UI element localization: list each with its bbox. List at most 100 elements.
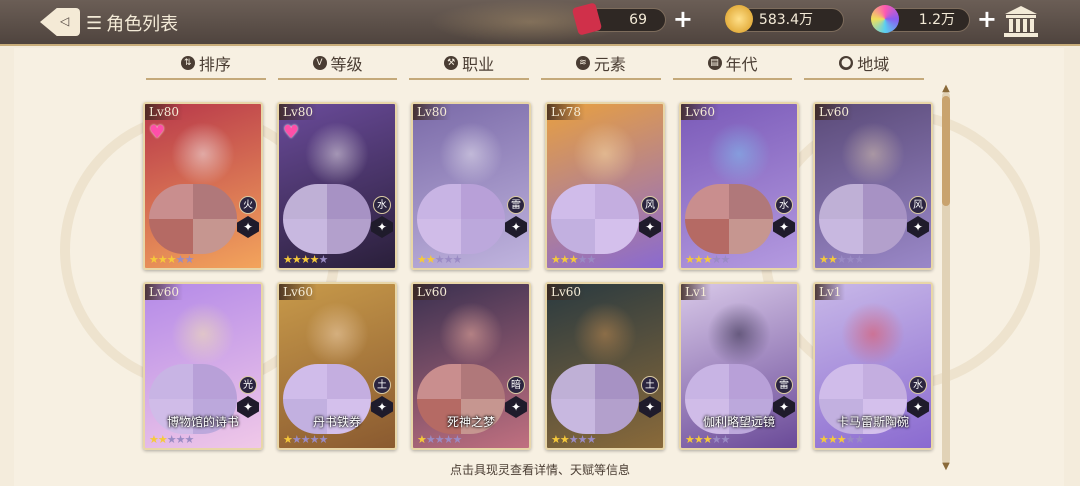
star-icon: ★ <box>443 433 454 446</box>
star-icon: ★ <box>845 433 856 446</box>
character-name: 丹书铁券 <box>312 415 361 429</box>
star-icon: ★ <box>702 253 713 266</box>
level-icon: V <box>312 56 327 70</box>
tab-class[interactable]: ⚒ 职业 <box>409 48 530 80</box>
star-icon: ★ <box>568 433 579 446</box>
character-card[interactable]: Lv80 ♥ 火 ✦ ★★★★★ <box>143 102 263 270</box>
character-card[interactable]: Lv80 ♥ 水 ✦ ★★★★★ <box>277 102 397 270</box>
star-icon: ★ <box>300 253 311 266</box>
star-icon: ★ <box>157 253 168 266</box>
tab-label: 元素 <box>593 55 626 74</box>
mosaic-blur <box>283 184 371 254</box>
top-bar: ◁ ☰ 角色列表 69 + 583.4万 1.2万 + <box>0 0 1080 46</box>
era-icon: ▤ <box>707 56 722 70</box>
star-icon: ★ <box>318 253 329 266</box>
star-icon: ★ <box>586 253 597 266</box>
mosaic-blur <box>417 184 505 254</box>
star-icon: ★ <box>318 433 329 446</box>
star-icon: ★ <box>685 253 695 266</box>
card-level: Lv60 <box>681 104 720 120</box>
star-icon: ★ <box>417 253 427 266</box>
star-icon: ★ <box>854 433 865 446</box>
character-card[interactable]: Lv60 风 ✦ ★★★★★ <box>813 102 933 270</box>
card-level: Lv80 <box>145 104 184 120</box>
star-icon: ★ <box>720 253 731 266</box>
star-icon: ★ <box>425 433 436 446</box>
star-icon: ★ <box>836 253 847 266</box>
star-rating: ★★★★★ <box>685 433 731 446</box>
star-icon: ★ <box>434 433 445 446</box>
star-icon: ★ <box>452 253 463 266</box>
gold-counter: 583.4万 <box>725 5 844 33</box>
card-level: Lv78 <box>547 104 586 120</box>
star-icon: ★ <box>175 433 186 446</box>
star-icon: ★ <box>819 433 829 446</box>
element-badge-icon: 雷 <box>507 196 525 214</box>
tab-element[interactable]: ≋ 元素 <box>541 48 661 80</box>
tab-region[interactable]: ⬤ 地域 <box>804 48 925 80</box>
star-icon: ★ <box>720 433 731 446</box>
add-crystal-button[interactable]: + <box>977 7 997 31</box>
favorite-heart-icon: ♥ <box>283 122 300 143</box>
region-icon: ⬤ <box>839 56 854 70</box>
character-card[interactable]: Lv1 雷 ✦ 伽利略望远镜 ★★★★★ <box>679 282 799 450</box>
card-level: Lv60 <box>279 284 318 300</box>
add-ticket-button[interactable]: + <box>673 7 693 31</box>
star-icon: ★ <box>417 433 427 446</box>
tab-era[interactable]: ▤ 年代 <box>672 48 793 80</box>
crystal-icon <box>871 5 899 33</box>
character-card[interactable]: Lv80 雷 ✦ ★★★★★ <box>411 102 531 270</box>
character-portrait <box>305 302 369 366</box>
star-rating: ★★★★★ <box>819 253 865 266</box>
tab-label: 等级 <box>330 55 363 74</box>
crystal-counter: 1.2万 + <box>871 5 997 33</box>
tab-level[interactable]: V 等级 <box>277 48 398 80</box>
mosaic-blur <box>819 184 907 254</box>
element-badge-icon: 雷 <box>775 376 793 394</box>
scroll-up-icon: ▲ <box>942 83 950 94</box>
character-card[interactable]: Lv1 水 ✦ 卡马雷斯陶碗 ★★★★★ <box>813 282 933 450</box>
back-button[interactable]: ◁ <box>40 8 80 36</box>
element-badge-icon: 土 <box>641 376 659 394</box>
card-level: Lv1 <box>681 284 712 300</box>
star-icon: ★ <box>854 253 865 266</box>
star-rating: ★★★★★ <box>819 433 865 446</box>
character-portrait <box>305 122 369 186</box>
star-rating: ★★★★★ <box>149 253 194 266</box>
character-card[interactable]: Lv60 土 ✦ 丹书铁券 ★★★★★ <box>277 282 397 450</box>
element-badge-icon: 水 <box>373 196 391 214</box>
mosaic-blur <box>551 364 639 434</box>
character-card[interactable]: Lv78 风 ✦ ★★★★★ <box>545 102 665 270</box>
star-icon: ★ <box>568 253 579 266</box>
tab-label: 地域 <box>857 55 890 74</box>
card-level: Lv60 <box>547 284 586 300</box>
character-card[interactable]: Lv60 土 ✦ ★★★★★ <box>545 282 665 450</box>
element-badge-icon: 暗 <box>507 376 525 394</box>
star-rating: ★★★★★ <box>417 253 463 266</box>
bank-icon[interactable] <box>1004 6 1038 38</box>
star-icon: ★ <box>685 433 695 446</box>
character-name: 死神之梦 <box>446 415 495 429</box>
character-name: 伽利略望远镜 <box>702 415 775 429</box>
footer-hint: 点击具现灵查看详情、天赋等信息 <box>449 463 630 477</box>
star-icon: ★ <box>693 253 704 266</box>
sort-bar: ⇅ 排序 V 等级 ⚒ 职业 ≋ 元素 ▤ 年代 ⬤ 地域 <box>140 48 930 80</box>
character-portrait <box>573 302 637 366</box>
character-card[interactable]: Lv60 光 ✦ 博物馆的诗书 ★★★★★ <box>143 282 263 450</box>
character-portrait <box>439 302 503 366</box>
star-icon: ★ <box>443 253 454 266</box>
star-rating: ★★★★★ <box>417 433 462 446</box>
character-portrait <box>707 122 771 186</box>
sort-icon: ⇅ <box>180 56 195 70</box>
star-rating: ★★★★★ <box>551 433 596 446</box>
scrollbar-thumb[interactable] <box>942 96 950 206</box>
character-card[interactable]: Lv60 暗 ✦ 死神之梦 ★★★★★ <box>411 282 531 450</box>
star-icon: ★ <box>577 253 588 266</box>
class-badge-icon: ✦ <box>371 216 393 238</box>
star-rating: ★★★★★ <box>283 253 329 266</box>
character-card[interactable]: Lv60 水 ✦ ★★★★★ <box>679 102 799 270</box>
star-icon: ★ <box>184 433 195 446</box>
star-icon: ★ <box>827 433 838 446</box>
element-badge-icon: 水 <box>775 196 793 214</box>
tab-sort[interactable]: ⇅ 排序 <box>146 48 266 80</box>
